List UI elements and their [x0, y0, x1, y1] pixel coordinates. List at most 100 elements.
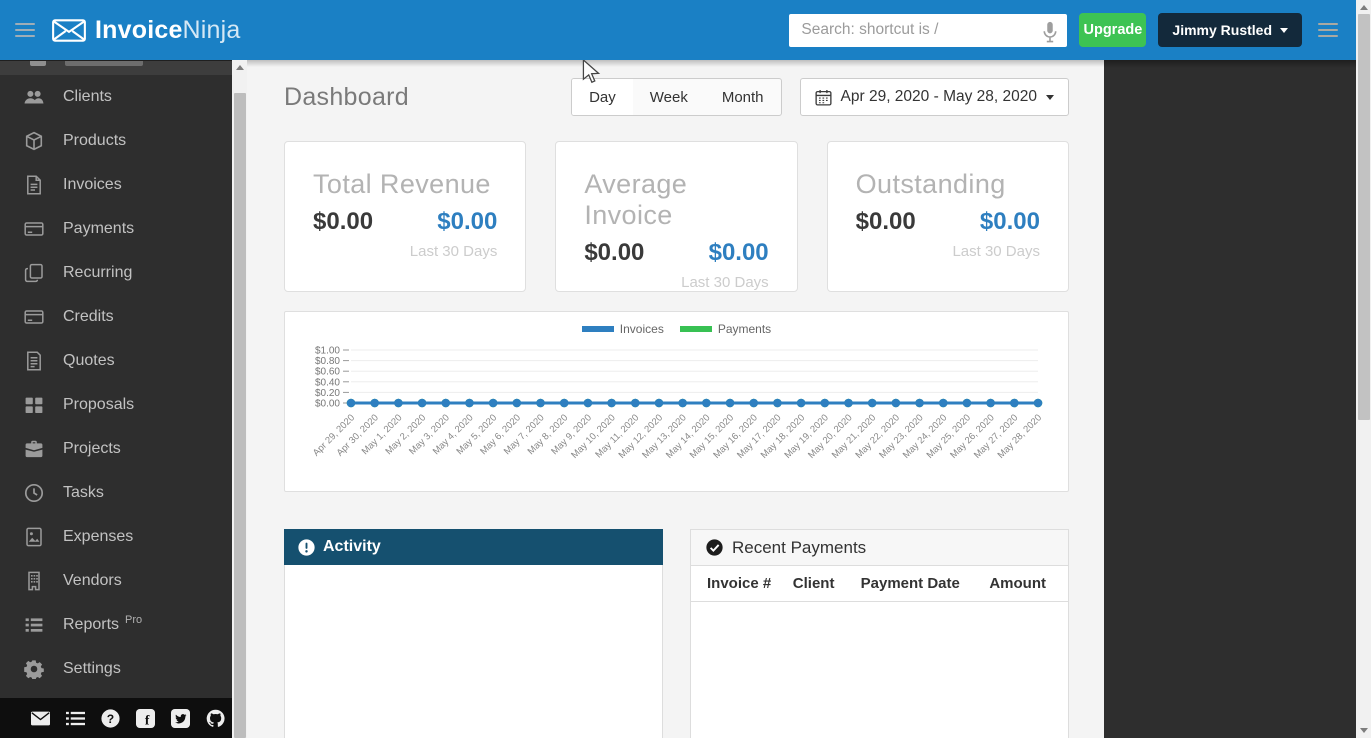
svg-text:$0.60: $0.60 [315, 367, 340, 378]
activity-panel-title: Activity [323, 538, 381, 556]
sidebar-item-vendors[interactable]: Vendors [0, 559, 232, 603]
sidebar-item-clients[interactable]: Clients [0, 75, 232, 119]
activity-panel: Activity [284, 529, 663, 738]
stat-value-primary: $0.00 [584, 239, 644, 267]
search-box [789, 14, 1067, 47]
svg-text:?: ? [106, 711, 113, 725]
sidebar-item-projects[interactable]: Projects [0, 427, 232, 471]
svg-text:$1.00: $1.00 [315, 346, 340, 357]
sidebar-scrollbar-thumb[interactable] [234, 93, 246, 738]
stat-value-secondary: $0.00 [437, 208, 497, 236]
facebook-icon[interactable]: f [135, 708, 155, 728]
users-icon [24, 87, 46, 107]
chevron-down-icon [1046, 95, 1054, 100]
svg-text:f: f [144, 712, 149, 727]
recent-payments-header: Recent Payments [690, 529, 1069, 566]
history-panel-toggle-icon[interactable] [1318, 23, 1338, 38]
topbar: InvoiceNinja Upgrade Jimmy Rustled [0, 0, 1356, 60]
sidebar: Clients Products InvoicesPaymentsRecurring… [0, 60, 232, 698]
email-icon[interactable] [30, 708, 50, 728]
legend-item-payments[interactable]: Payments [680, 322, 771, 336]
stat-card-caption: Last 30 Days [313, 243, 497, 260]
credit-card-icon [24, 219, 46, 239]
stat-card: Outstanding$0.00$0.00Last 30 Days [827, 141, 1069, 292]
stat-card-caption: Last 30 Days [856, 243, 1040, 260]
sidebar-item-reports[interactable]: Reports Pro [0, 603, 232, 647]
recent-payments-table: Invoice #ClientPayment DateAmount [691, 566, 1068, 602]
sidebar-item-label: Clients [63, 88, 112, 106]
legend-item-invoices[interactable]: Invoices [582, 322, 664, 336]
tab-month[interactable]: Month [705, 79, 781, 115]
partial-icon [30, 60, 46, 66]
stat-card-title: Total Revenue [313, 169, 497, 200]
range-tab-group: DayWeekMonth [571, 78, 781, 116]
sidebar-item-settings[interactable]: Settings [0, 647, 232, 691]
svg-text:$0.00: $0.00 [315, 399, 340, 410]
sidebar-item-expenses[interactable]: Expenses [0, 515, 232, 559]
grid-icon [24, 395, 46, 415]
stat-card: Average Invoice$0.00$0.00Last 30 Days [555, 141, 797, 292]
recent-payments-body [691, 602, 1068, 738]
tab-week[interactable]: Week [633, 79, 705, 115]
microphone-icon[interactable] [1042, 21, 1058, 41]
tab-day[interactable]: Day [572, 79, 633, 115]
calendar-icon [815, 89, 832, 106]
sidebar-toggle-icon[interactable] [15, 23, 35, 38]
envelope-logo-icon [52, 19, 86, 42]
legend-swatch [582, 326, 614, 332]
sidebar-item-recurring[interactable]: Recurring [0, 251, 232, 295]
gear-icon [24, 659, 46, 679]
sidebar-scrollbar[interactable] [232, 60, 247, 738]
pro-badge: Pro [125, 614, 142, 626]
sidebar-item-label: Vendors [63, 572, 122, 590]
invoice-ninja-app: InvoiceNinja Upgrade Jimmy Rustled Clien… [0, 0, 1371, 738]
sidebar-item-partial[interactable] [0, 60, 232, 75]
line-chart-svg: $1.00$0.80$0.60$0.40$0.20$0.00Apr 29, 20… [287, 341, 1066, 477]
sidebar-item-products[interactable]: Products [0, 119, 232, 163]
twitter-icon[interactable] [170, 708, 190, 728]
stat-value-primary: $0.00 [313, 208, 373, 236]
scroll-down-icon[interactable] [1360, 728, 1368, 733]
github-icon[interactable] [205, 708, 225, 728]
legend-swatch [680, 326, 712, 332]
date-range-text: Apr 29, 2020 - May 28, 2020 [841, 88, 1037, 106]
page-scrollbar[interactable] [1356, 0, 1371, 738]
sidebar-item-payments[interactable]: Payments [0, 207, 232, 251]
sidebar-item-label: Reports [63, 616, 119, 634]
report-list-icon [24, 615, 46, 635]
svg-text:$0.20: $0.20 [315, 388, 340, 399]
sidebar-item-quotes[interactable]: Quotes [0, 339, 232, 383]
sidebar-item-proposals[interactable]: Proposals [0, 383, 232, 427]
user-menu-button[interactable]: Jimmy Rustled [1158, 13, 1302, 47]
sidebar-item-label: Expenses [63, 528, 133, 546]
scroll-up-icon[interactable] [1360, 5, 1368, 10]
sidebar-item-invoices[interactable]: Invoices [0, 163, 232, 207]
search-input[interactable] [789, 14, 1067, 47]
sidebar-item-tasks[interactable]: Tasks [0, 471, 232, 515]
brand[interactable]: InvoiceNinja [52, 16, 241, 45]
sidebar-item-label: Settings [63, 660, 121, 678]
scroll-up-icon[interactable] [236, 65, 244, 70]
page-scrollbar-thumb[interactable] [1358, 14, 1370, 420]
help-icon[interactable]: ? [100, 708, 120, 728]
sidebar-item-credits[interactable]: Credits [0, 295, 232, 339]
column-header-client: Client [793, 566, 861, 602]
sidebar-item-label: Credits [63, 308, 114, 326]
stat-value-secondary: $0.00 [709, 239, 769, 267]
invoice-file-icon [24, 175, 46, 195]
list-icon[interactable] [65, 708, 85, 728]
chart-area: $1.00$0.80$0.60$0.40$0.20$0.00Apr 29, 20… [287, 341, 1068, 482]
stat-card: Total Revenue $0.00 $0.00 Last 30 Days [284, 141, 526, 292]
sidebar-item-label: Tasks [63, 484, 104, 502]
sidebar-item-label: Products [63, 132, 126, 150]
briefcase-icon [24, 439, 46, 459]
date-range-picker[interactable]: Apr 29, 2020 - May 28, 2020 [800, 78, 1069, 116]
exclamation-circle-icon [298, 539, 315, 556]
user-name: Jimmy Rustled [1172, 22, 1272, 38]
upgrade-button[interactable]: Upgrade [1079, 13, 1146, 47]
legend-label: Payments [718, 322, 771, 336]
credit-card-icon [24, 307, 46, 327]
copy-icon [24, 263, 46, 283]
brand-text: InvoiceNinja [95, 16, 241, 45]
svg-text:$0.80: $0.80 [315, 356, 340, 367]
